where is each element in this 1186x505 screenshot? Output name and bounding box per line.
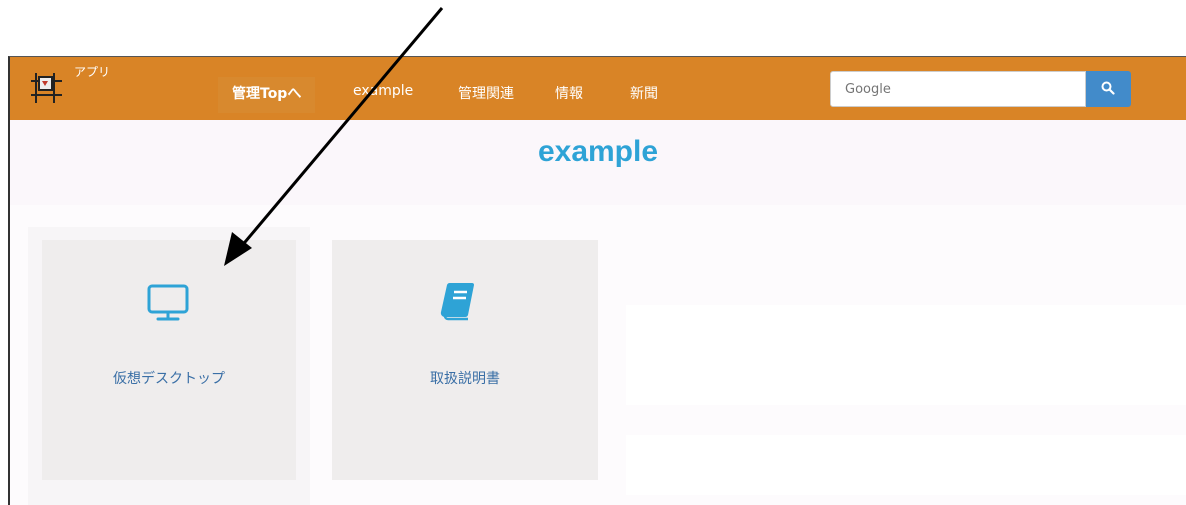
app-window: アプリ 管理Topへ example 管理関連 情報 新聞 example 仮想… [8,56,1186,505]
main-content: example 仮想デスクトップ 取扱説明書 [10,120,1186,505]
nav-item-info[interactable]: 情報 [555,83,583,103]
nav-item-admin-top[interactable]: 管理Topへ [218,77,316,113]
card-manual[interactable]: 取扱説明書 [332,240,598,480]
blank-panel [626,435,1186,495]
book-icon [440,282,474,321]
search-input[interactable] [830,71,1086,107]
page-title: example [537,135,659,168]
nav-item-example[interactable]: example [353,83,413,99]
search-button[interactable] [1086,71,1131,107]
search-icon [1101,81,1115,95]
nav-item-admin-related[interactable]: 管理関連 [458,83,514,103]
top-navbar: アプリ 管理Topへ example 管理関連 情報 新聞 [10,57,1186,120]
blank-panel [626,305,1186,405]
card-label: 取扱説明書 [430,371,500,387]
nav-item-news[interactable]: 新聞 [630,83,658,103]
card-label: 仮想デスクトップ [113,371,225,387]
monitor-icon [147,284,189,321]
card-virtual-desktop[interactable]: 仮想デスクトップ [42,240,296,480]
app-name: アプリ [74,65,111,79]
app-logo-icon[interactable] [30,71,70,111]
